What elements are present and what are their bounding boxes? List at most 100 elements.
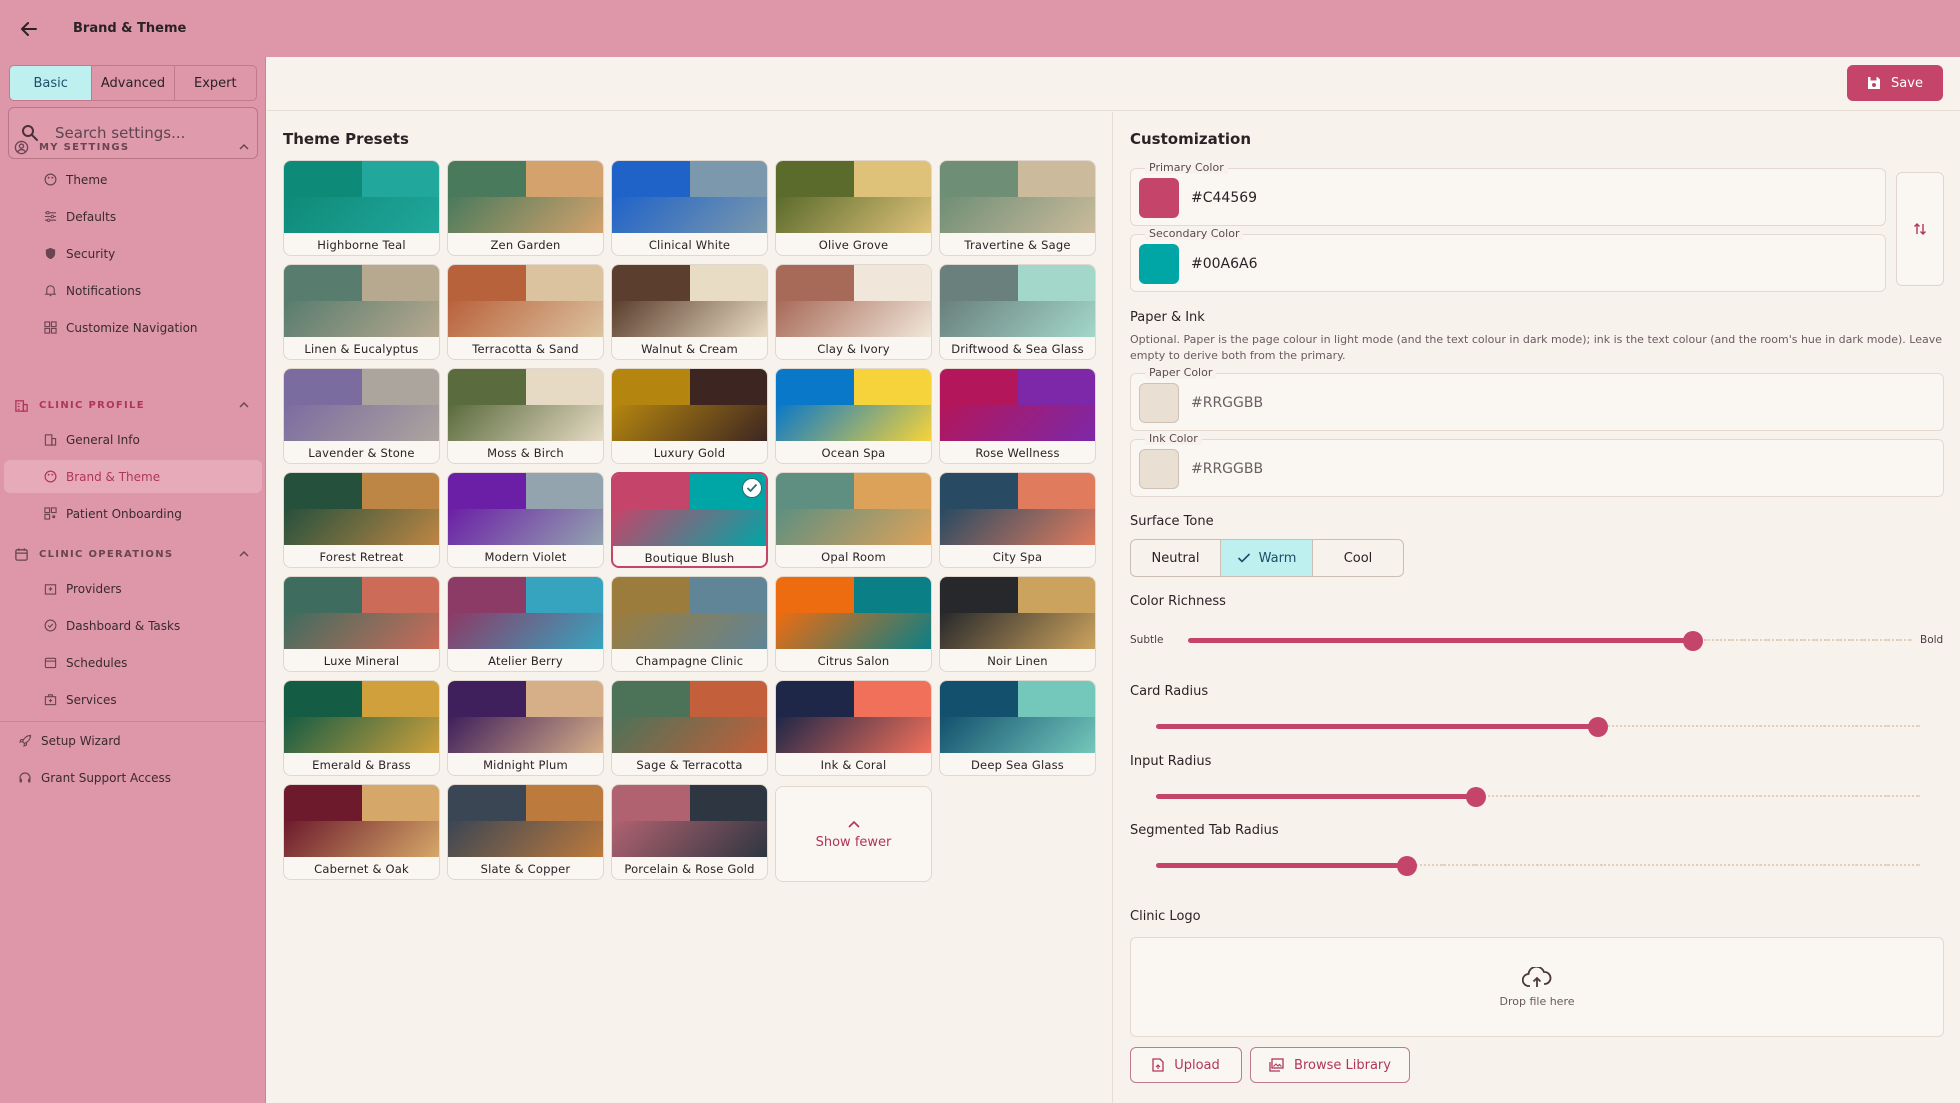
- preset-name: Rose Wellness: [975, 446, 1060, 460]
- back-button[interactable]: [14, 14, 44, 44]
- preset-gradient: [612, 717, 767, 753]
- preset-card[interactable]: Ocean Spa: [775, 368, 932, 464]
- sidebar-item-dashboard-tasks[interactable]: Dashboard & Tasks: [4, 609, 262, 642]
- tone-neutral[interactable]: Neutral: [1131, 540, 1221, 576]
- ink-color-field[interactable]: Ink Color #RRGGBB: [1130, 432, 1944, 498]
- slider-tick: [1822, 864, 1825, 866]
- sidebar-item-defaults[interactable]: Defaults: [4, 200, 262, 233]
- paper-color-field[interactable]: Paper Color #RRGGBB: [1130, 366, 1944, 432]
- preset-card[interactable]: Driftwood & Sea Glass: [939, 264, 1096, 360]
- upload-button[interactable]: Upload: [1130, 1047, 1242, 1083]
- paper-color-chip[interactable]: [1139, 383, 1179, 423]
- slider-thumb[interactable]: [1587, 717, 1608, 737]
- card-radius-title: Card Radius: [1130, 684, 1209, 699]
- preset-swatch: [776, 161, 931, 197]
- preset-card[interactable]: Linen & Eucalyptus: [283, 264, 440, 360]
- slider-thumb[interactable]: [1397, 856, 1418, 876]
- mode-tab-advanced[interactable]: Advanced: [92, 66, 175, 100]
- preset-secondary-swatch: [853, 265, 931, 301]
- preset-card[interactable]: Slate & Copper: [447, 784, 604, 880]
- sidebar-item-customize-navigation[interactable]: Customize Navigation: [4, 311, 262, 344]
- preset-card[interactable]: Highborne Teal: [283, 160, 440, 256]
- sidebar-item-providers[interactable]: Providers: [4, 572, 262, 605]
- preset-card[interactable]: Rose Wellness: [939, 368, 1096, 464]
- preset-card[interactable]: Porcelain & Rose Gold: [611, 784, 768, 880]
- ink-color-input[interactable]: #RRGGBB: [1191, 440, 1263, 498]
- preset-card[interactable]: Boutique Blush: [611, 472, 768, 568]
- check-circle-icon: [44, 619, 58, 633]
- preset-card[interactable]: Forest Retreat: [283, 472, 440, 568]
- preset-card[interactable]: Sage & Terracotta: [611, 680, 768, 776]
- section-clinic-profile[interactable]: CLINIC PROFILE: [0, 390, 266, 420]
- tab-radius-slider[interactable]: [1156, 856, 1920, 877]
- sidebar-item-general-info[interactable]: General Info: [4, 423, 262, 456]
- sidebar-item-security[interactable]: Security: [4, 237, 262, 270]
- preset-card[interactable]: Emerald & Brass: [283, 680, 440, 776]
- slider-tick: [1568, 795, 1571, 797]
- sidebar-item-patient-onboarding[interactable]: Patient Onboarding: [4, 497, 262, 530]
- preset-card[interactable]: Atelier Berry: [447, 576, 604, 672]
- mode-tab-basic[interactable]: Basic: [10, 66, 93, 100]
- preset-card[interactable]: Terracotta & Sand: [447, 264, 604, 360]
- preset-card[interactable]: Luxe Mineral: [283, 576, 440, 672]
- sidebar-item-grant-support[interactable]: Grant Support Access: [4, 761, 262, 794]
- preset-gradient: [284, 821, 439, 857]
- card-radius-slider[interactable]: [1156, 717, 1920, 738]
- preset-card[interactable]: Noir Linen: [939, 576, 1096, 672]
- ink-color-chip[interactable]: [1139, 449, 1179, 489]
- preset-card[interactable]: Midnight Plum: [447, 680, 604, 776]
- primary-color-field[interactable]: Primary Color #C44569: [1130, 161, 1886, 227]
- sidebar-item-services[interactable]: Services: [4, 683, 262, 716]
- tone-warm[interactable]: Warm: [1221, 540, 1313, 576]
- slider-tick: [1537, 795, 1539, 797]
- primary-color-chip[interactable]: [1139, 178, 1179, 218]
- sidebar-item-notifications[interactable]: Notifications: [4, 274, 262, 307]
- secondary-color-value[interactable]: #00A6A6: [1191, 235, 1258, 293]
- preset-card[interactable]: Clinical White: [611, 160, 768, 256]
- preset-card[interactable]: Clay & Ivory: [775, 264, 932, 360]
- preset-card[interactable]: Olive Grove: [775, 160, 932, 256]
- show-fewer-button[interactable]: Show fewer: [775, 786, 932, 882]
- preset-card[interactable]: City Spa: [939, 472, 1096, 568]
- slider-tick: [1664, 725, 1666, 727]
- preset-card[interactable]: Travertine & Sage: [939, 160, 1096, 256]
- section-clinic-operations[interactable]: CLINIC OPERATIONS: [0, 539, 266, 569]
- preset-card[interactable]: Citrus Salon: [775, 576, 932, 672]
- preset-card[interactable]: Opal Room: [775, 472, 932, 568]
- input-radius-slider[interactable]: [1156, 787, 1920, 808]
- sidebar-item-brand-theme[interactable]: Brand & Theme: [4, 460, 262, 493]
- preset-card[interactable]: Champagne Clinic: [611, 576, 768, 672]
- section-my-settings[interactable]: MY SETTINGS: [0, 132, 266, 162]
- clinic-logo-title: Clinic Logo: [1130, 909, 1201, 924]
- color-richness-slider[interactable]: [1188, 631, 1912, 652]
- preset-card[interactable]: Modern Violet: [447, 472, 604, 568]
- slider-tick: [1918, 725, 1920, 727]
- mode-tab-expert[interactable]: Expert: [175, 66, 256, 100]
- preset-card[interactable]: Cabernet & Oak: [283, 784, 440, 880]
- save-button[interactable]: Save: [1847, 65, 1943, 101]
- logo-dropzone[interactable]: Drop file here: [1130, 937, 1944, 1037]
- sidebar-item-schedules[interactable]: Schedules: [4, 646, 262, 679]
- preset-card[interactable]: Walnut & Cream: [611, 264, 768, 360]
- tone-cool[interactable]: Cool: [1313, 540, 1403, 576]
- sidebar-item-setup-wizard[interactable]: Setup Wizard: [4, 724, 262, 757]
- preset-card[interactable]: Moss & Birch: [447, 368, 604, 464]
- preset-card[interactable]: Ink & Coral: [775, 680, 932, 776]
- slider-thumb[interactable]: [1683, 631, 1704, 651]
- sidebar-item-theme[interactable]: Theme: [4, 163, 262, 196]
- preset-name: Porcelain & Rose Gold: [624, 862, 755, 876]
- paper-color-input[interactable]: #RRGGBB: [1191, 374, 1263, 432]
- preset-card[interactable]: Zen Garden: [447, 160, 604, 256]
- slider-thumb[interactable]: [1466, 787, 1487, 807]
- preset-card[interactable]: Luxury Gold: [611, 368, 768, 464]
- secondary-color-field[interactable]: Secondary Color #00A6A6: [1130, 227, 1886, 293]
- browse-library-button[interactable]: Browse Library: [1250, 1047, 1410, 1083]
- swap-colors-button[interactable]: [1896, 172, 1944, 286]
- slider-tick: [1854, 795, 1857, 797]
- primary-color-value[interactable]: #C44569: [1191, 169, 1257, 227]
- preset-card[interactable]: Lavender & Stone: [283, 368, 440, 464]
- preset-card[interactable]: Deep Sea Glass: [939, 680, 1096, 776]
- secondary-color-chip[interactable]: [1139, 244, 1179, 284]
- preset-secondary-swatch: [689, 161, 767, 197]
- slider-tick: [1695, 725, 1698, 727]
